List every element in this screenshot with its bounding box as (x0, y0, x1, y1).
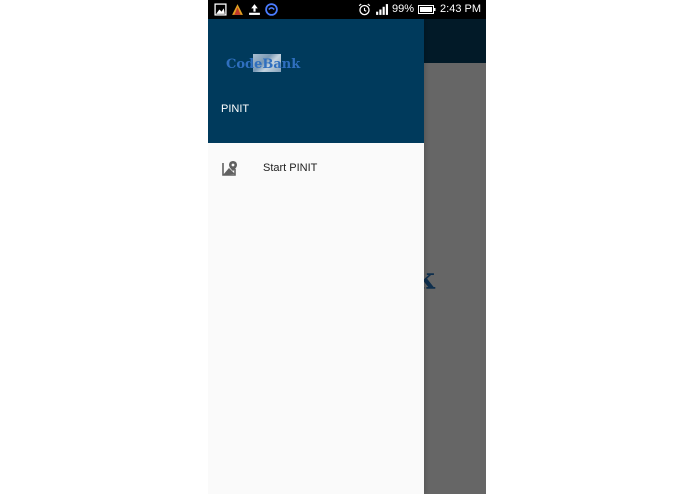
battery-icon (418, 5, 436, 14)
logo-text: CodeBank (226, 57, 301, 72)
gallery-icon (214, 3, 227, 16)
sync-icon (265, 3, 278, 16)
drawer-header: CodeBank PINIT (208, 19, 424, 143)
drawer-header-title: PINIT (221, 103, 250, 115)
status-left-icons (214, 3, 278, 16)
map-pin-icon (222, 161, 237, 176)
drawer-item-start-pinit[interactable]: Start PINIT (208, 153, 424, 183)
phone-screen: 99% 2:43 PM k CodeBank PINIT Start PINIT (208, 0, 486, 494)
drawer-item-label: Start PINIT (263, 162, 318, 174)
app-notification-icon (232, 4, 243, 15)
signal-icon (376, 4, 388, 15)
status-time: 2:43 PM (440, 3, 481, 15)
upload-icon (249, 4, 260, 15)
codebank-logo: CodeBank (226, 54, 306, 75)
status-right-icons: 99% 2:43 PM (358, 3, 481, 16)
status-bar: 99% 2:43 PM (208, 0, 486, 19)
navigation-drawer: CodeBank PINIT Start PINIT (208, 19, 424, 494)
battery-percent: 99% (392, 3, 415, 15)
alarm-icon (358, 3, 371, 16)
